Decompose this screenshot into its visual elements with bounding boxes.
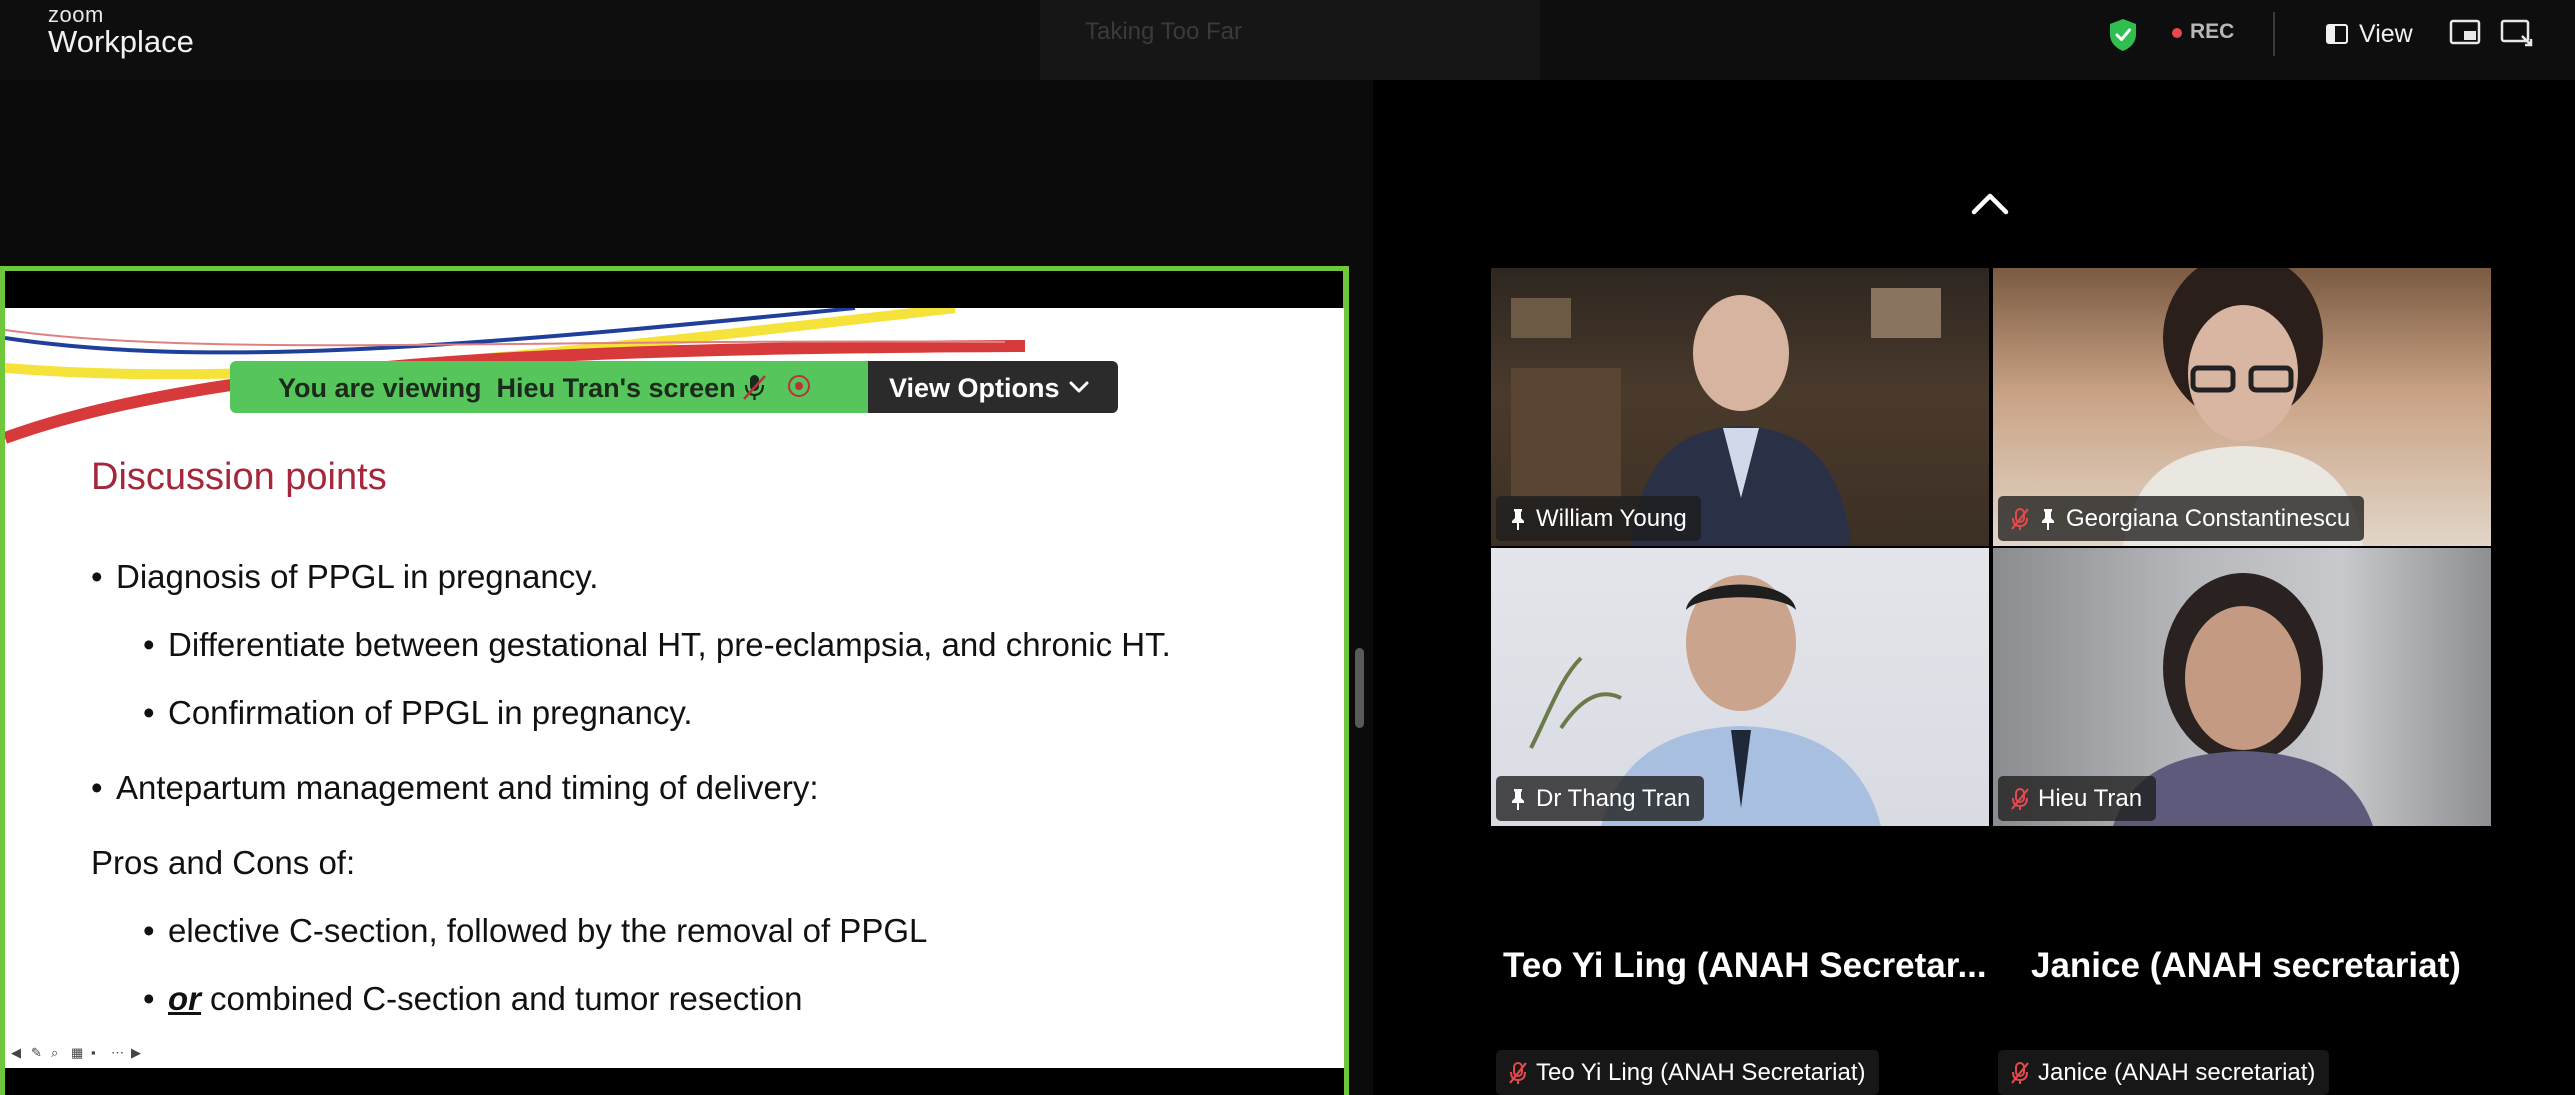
participant-display-name: Janice (ANAH secretariat)	[2031, 946, 2461, 985]
forward-icon[interactable]: ▶	[131, 1046, 145, 1060]
video-tile-janice[interactable]: Janice (ANAH secretariat) Janice (ANAH s…	[1993, 828, 2491, 1095]
slide-subheading: Pros and Cons of:	[91, 844, 356, 881]
zoom-icon[interactable]: ⌕	[51, 1046, 65, 1060]
bullet-1: Diagnosis of PPGL in pregnancy.	[116, 558, 599, 595]
mic-muted-icon	[2011, 507, 2029, 530]
recording-dot-icon	[2172, 28, 2182, 38]
view-button-label: View	[2359, 19, 2413, 48]
chevron-up-icon[interactable]	[1970, 190, 2010, 216]
video-tile-dr-thang-tran[interactable]: Dr Thang Tran	[1491, 548, 1989, 826]
presentation-slide: Discussion points • Diagnosis of PPGL in…	[5, 308, 1344, 1068]
meeting-topic-banner: Taking Too Far	[1040, 0, 1540, 80]
shared-screen-bottom-strip	[5, 1068, 1344, 1095]
participant-display-name: Teo Yi Ling (ANAH Secretar...	[1503, 946, 1987, 985]
toolbar-divider	[2273, 12, 2275, 56]
pin-icon	[1512, 788, 1524, 810]
viewing-screen-text: You are viewing Hieu Tran's screen	[278, 373, 736, 403]
participant-name-tag: Teo Yi Ling (ANAH Secretariat)	[1496, 1050, 1880, 1095]
pin-icon	[1512, 508, 1524, 530]
record-stop-icon[interactable]	[788, 375, 810, 397]
mic-muted-icon	[2011, 787, 2029, 810]
bullet-level2-dot: •	[143, 694, 155, 731]
view-options-label: View Options	[889, 373, 1060, 403]
bullet-4: Antepartum management and timing of deli…	[116, 769, 819, 806]
view-button[interactable]: View	[2325, 14, 2413, 54]
participant-name-tag: Dr Thang Tran	[1496, 776, 1705, 821]
video-tile-william-young[interactable]: William Young	[1491, 268, 1989, 546]
participant-name: Teo Yi Ling (ANAH Secretariat)	[1536, 1058, 1866, 1086]
slide-title: Discussion points	[91, 456, 387, 498]
video-tile-teo-yi-ling[interactable]: Teo Yi Ling (ANAH Secretar... Teo Yi Lin…	[1491, 828, 1989, 1095]
video-tile-hieu-tran[interactable]: Hieu Tran	[1993, 548, 2491, 826]
meeting-topic-text: Taking Too Far	[1085, 18, 1242, 45]
participant-name: Georgiana Constantinescu	[2066, 504, 2351, 532]
bullet-level1-dot: •	[91, 558, 103, 595]
participant-name: William Young	[1536, 504, 1687, 532]
participant-name-tag: Georgiana Constantinescu	[1998, 496, 2365, 541]
viewing-screen-banner: You are viewing Hieu Tran's screen	[230, 361, 868, 413]
pip-icon[interactable]	[2449, 18, 2483, 48]
shield-icon[interactable]	[2108, 18, 2138, 52]
bullet-level2-dot: •	[143, 626, 155, 663]
meeting-topbar: zoom Workplace Taking Too Far REC View	[0, 0, 2575, 80]
bullet-5: elective C-section, followed by the remo…	[168, 912, 928, 949]
bullet-level1-dot: •	[91, 769, 103, 806]
pen-icon[interactable]: ✎	[31, 1046, 45, 1060]
recording-label[interactable]: REC	[2190, 20, 2234, 44]
fullscreen-icon[interactable]	[2500, 18, 2534, 48]
mic-muted-icon	[2011, 1061, 2029, 1084]
participant-name-tag: Janice (ANAH secretariat)	[1998, 1050, 2330, 1095]
participant-name: Hieu Tran	[2038, 784, 2143, 812]
bullet-level2-dot: •	[143, 980, 155, 1017]
bullet-3: Confirmation of PPGL in pregnancy.	[168, 694, 693, 731]
video-tile-georgiana-constantinescu[interactable]: Georgiana Constantinescu	[1993, 268, 2491, 546]
participant-name: Janice (ANAH secretariat)	[2038, 1058, 2316, 1086]
bullet-6: combined C-section and tumor resection	[210, 980, 803, 1017]
bullet-2: Differentiate between gestational HT, pr…	[168, 626, 1171, 663]
grid-icon[interactable]: ▦	[71, 1046, 85, 1060]
participant-name-tag: Hieu Tran	[1998, 776, 2157, 821]
view-options-button[interactable]: View Options	[868, 361, 1118, 413]
mic-muted-icon	[743, 375, 766, 400]
participant-name: Dr Thang Tran	[1536, 784, 1691, 812]
bullet-6-emphasis: or	[168, 980, 201, 1017]
participant-name-tag: William Young	[1496, 496, 1701, 541]
more-icon[interactable]: ⋯	[111, 1046, 125, 1060]
camera-icon[interactable]: ▪	[91, 1046, 105, 1060]
pin-icon	[2042, 508, 2054, 530]
view-layout-icon	[2326, 24, 2348, 44]
mic-muted-icon	[1509, 1061, 1527, 1084]
back-icon[interactable]: ◀	[11, 1046, 25, 1060]
split-resize-handle[interactable]	[1355, 648, 1364, 728]
chevron-down-icon	[1069, 381, 1089, 393]
brand-workplace-text: Workplace	[48, 24, 194, 59]
slide-annotation-tools[interactable]: ◀ ✎ ⌕ ▦ ▪ ⋯ ▶	[11, 1046, 145, 1060]
bullet-level2-dot: •	[143, 912, 155, 949]
